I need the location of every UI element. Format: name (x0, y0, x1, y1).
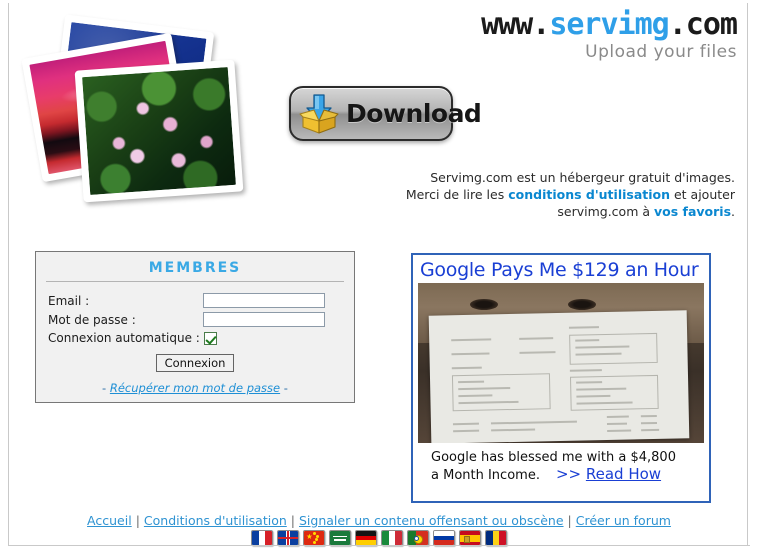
login-submit-button[interactable]: Connexion (155, 354, 235, 372)
footer-link-create-forum[interactable]: Créer un forum (576, 513, 671, 528)
footer-link-home[interactable]: Accueil (87, 513, 132, 528)
flag-united-kingdom[interactable] (277, 530, 299, 546)
photo-lilies (74, 59, 244, 203)
footer-separator-3: | (567, 513, 572, 528)
flag-china[interactable] (303, 530, 325, 546)
logo-com: .com (668, 7, 738, 42)
photo-collage (19, 14, 249, 217)
login-button-wrap: Connexion (36, 352, 354, 372)
members-title: MEMBRES (148, 260, 242, 276)
recover-password-link[interactable]: Récupérer mon mot de passe (110, 381, 280, 395)
download-box-icon (297, 92, 343, 136)
footer-separator-2: | (290, 513, 295, 528)
logo-www: www. (481, 7, 550, 42)
intro-line3-prefix: servimg.com à (557, 204, 654, 219)
intro-line-1: Servimg.com est un hébergeur gratuit d'i… (430, 170, 735, 185)
site-logo[interactable]: www.servimg.com Upload your files (481, 7, 738, 63)
flag-saudi-arabia[interactable] (329, 530, 351, 546)
flag-russia[interactable] (433, 530, 455, 546)
favorites-link[interactable]: vos favoris (654, 204, 731, 219)
site-tagline: Upload your files (585, 42, 737, 62)
recover-dash-right: - (283, 381, 288, 395)
autologin-row: Connexion automatique : (48, 331, 354, 345)
ad-caption-line-1: Google has blessed me with a $4,800 (431, 450, 676, 465)
recover-password-row: - Récupérer mon mot de passe - (36, 381, 354, 395)
members-divider (46, 281, 344, 282)
page-bottom-rule (8, 545, 750, 546)
download-button[interactable]: Download (289, 86, 482, 141)
flag-france[interactable] (251, 530, 273, 546)
email-input[interactable] (203, 293, 325, 308)
flag-portugal[interactable] (407, 530, 429, 546)
flag-italy[interactable] (381, 530, 403, 546)
logo-servimg: servimg (549, 7, 669, 42)
footer-link-terms[interactable]: Conditions d'utilisation (144, 513, 287, 528)
autologin-checkbox[interactable] (204, 331, 217, 345)
members-login-box: MEMBRES Email : Mot de passe : Connexion… (35, 251, 355, 403)
ad-image (418, 283, 704, 443)
logo-text: www.servimg.com (481, 7, 738, 42)
recover-dash-left: - (102, 381, 107, 395)
password-input[interactable] (203, 312, 325, 327)
intro-line2-prefix: Merci de lire les (405, 187, 509, 202)
page-container: www.servimg.com Upload your files Downlo… (8, 3, 748, 546)
intro-line-2: Merci de lire les conditions d'utilisati… (315, 186, 735, 203)
footer-separator-1: | (135, 513, 140, 528)
intro-line2-suffix: et ajouter (670, 187, 735, 202)
flag-spain[interactable] (459, 530, 481, 546)
intro-line-3: servimg.com à vos favoris. (315, 203, 735, 220)
ad-caption: Google has blessed me with a $4,800 a Mo… (413, 443, 709, 484)
ad-eye-right (568, 299, 596, 310)
flag-romania[interactable] (485, 530, 507, 546)
ad-cta-arrows: >> (555, 465, 582, 483)
password-row: Mot de passe : (48, 312, 354, 327)
language-flags (9, 530, 749, 546)
ad-read-how-link[interactable]: >> Read How (556, 465, 661, 483)
footer-link-report[interactable]: Signaler un contenu offensant ou obscène (299, 513, 564, 528)
photo-lilies-image (82, 67, 236, 195)
email-row: Email : (48, 293, 354, 308)
ad-caption-line2-text: a Month Income. (431, 468, 540, 483)
password-label: Mot de passe : (48, 312, 136, 327)
advertisement-box[interactable]: Google Pays Me $129 an Hour Google has b… (411, 253, 711, 503)
intro-line3-suffix: . (731, 204, 735, 219)
footer-links: Accueil | Conditions d'utilisation | Signale… (9, 513, 749, 528)
email-label: Email : (48, 293, 90, 308)
ad-caption-line-2: a Month Income. >> Read How (431, 466, 709, 484)
intro-text: Servimg.com est un hébergeur gratuit d'i… (315, 169, 735, 220)
autologin-label: Connexion automatique : (48, 331, 200, 345)
ad-cta-label: Read How (585, 465, 662, 483)
ad-headline: Google Pays Me $129 an Hour (420, 259, 699, 281)
terms-link[interactable]: conditions d'utilisation (508, 187, 670, 202)
ad-check-document (428, 310, 690, 443)
flag-germany[interactable] (355, 530, 377, 546)
download-button-label: Download (346, 99, 482, 128)
ad-eye-left (470, 299, 498, 310)
